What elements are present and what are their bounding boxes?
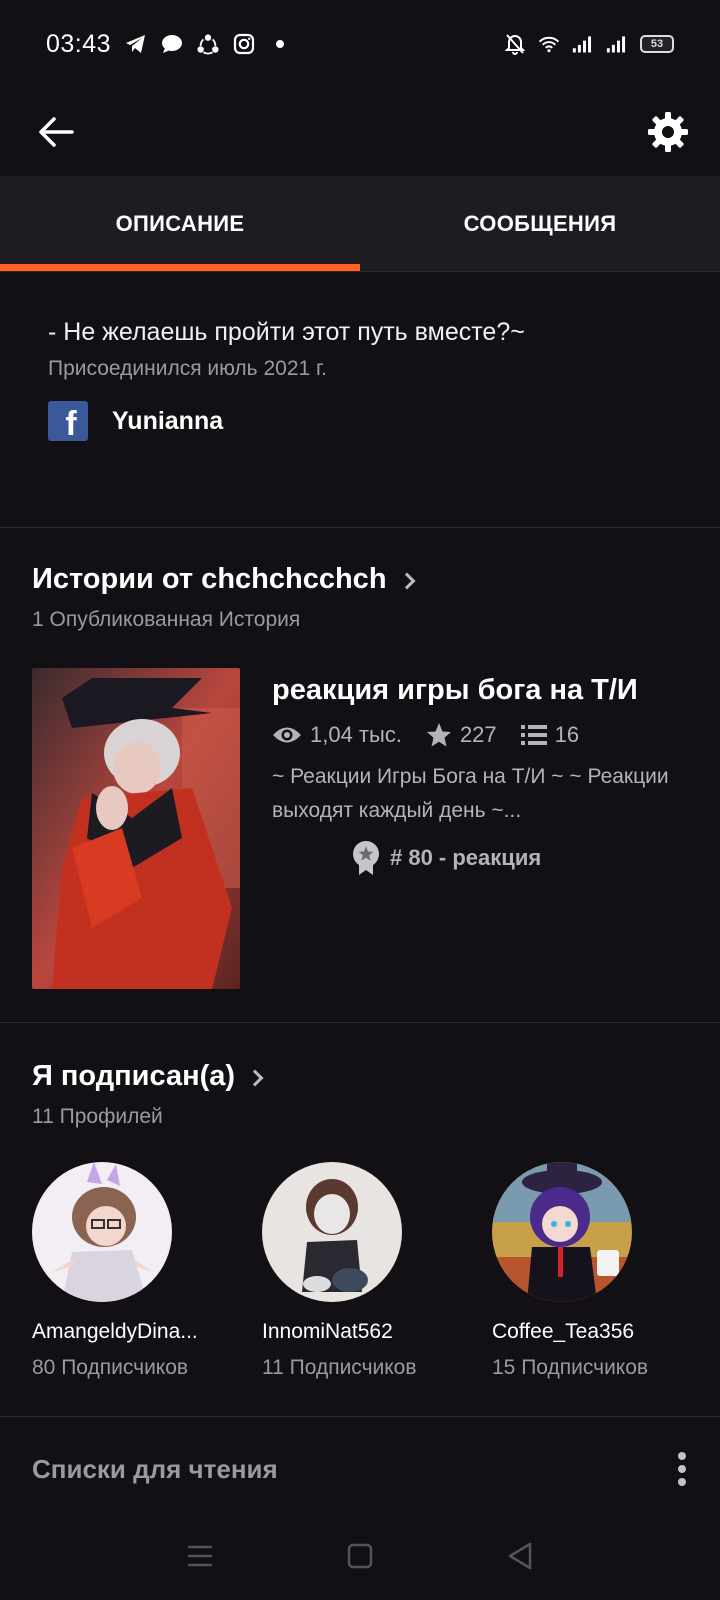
mute-bell-icon (504, 33, 526, 55)
story-cover-image[interactable] (32, 668, 240, 989)
facebook-icon: f (48, 401, 88, 441)
reading-lists-row[interactable]: Списки для чтения (32, 1452, 688, 1486)
rank-badge-icon (352, 840, 380, 876)
votes-count: 227 (459, 722, 497, 747)
profile-tabs: ОПИСАНИЕ СООБЩЕНИЯ (0, 176, 720, 272)
about-section: - Не желаешь пройти этот путь вместе?~ П… (48, 318, 688, 441)
status-right: 53 (504, 33, 674, 55)
status-time: 03:43 (46, 29, 112, 58)
story-info[interactable]: реакция игры бога на Т/И 1,04 тыс. 227 1… (272, 672, 682, 876)
settings-gear-icon[interactable] (644, 108, 692, 156)
joined-date: Присоединился июль 2021 г. (48, 357, 327, 380)
chevron-right-icon (398, 572, 416, 589)
battery-indicator: 53 (640, 35, 674, 53)
following-title: Я подписан(а) (32, 1060, 264, 1093)
avatar[interactable] (262, 1162, 402, 1302)
story-rank[interactable]: # 80 - реакция (352, 840, 682, 876)
following-title-text: Я подписан(а) (32, 1060, 236, 1092)
app-bar (0, 88, 720, 176)
back-triangle-icon[interactable] (507, 1542, 533, 1570)
profile-name[interactable]: InnomiNat562 (262, 1320, 492, 1344)
facebook-name: Yunianna (112, 406, 224, 435)
reads-count: 1,04 тыс. (310, 722, 402, 747)
wifi-icon (538, 33, 560, 55)
divider (0, 1022, 720, 1023)
star-icon (426, 722, 452, 748)
eye-icon (272, 724, 302, 746)
profile-followers: 80 Подписчиков (32, 1356, 189, 1379)
home-square-icon[interactable] (347, 1543, 373, 1569)
following-section-header[interactable]: Я подписан(а) 11 Профилей (32, 1060, 264, 1129)
back-arrow-icon[interactable] (36, 112, 76, 152)
reads-stat: 1,04 тыс. (272, 722, 402, 748)
profile-name[interactable]: AmangeldyDina... (32, 1320, 262, 1344)
tab-messages[interactable]: СООБЩЕНИЯ (360, 176, 720, 271)
signal-bars-icon (572, 33, 594, 55)
story-description: ~ Реакции Игры Бога на Т/И ~ ~ Реакции в… (272, 765, 669, 822)
following-profiles: AmangeldyDina... 80 Подписчиков InnomiNa… (32, 1162, 720, 1380)
profile-name[interactable]: Coffee_Tea356 (492, 1320, 720, 1344)
divider (0, 527, 720, 528)
instagram-icon (233, 33, 255, 55)
profile-followers: 11 Подписчиков (262, 1356, 417, 1379)
notification-dot-icon (269, 33, 291, 55)
profile-tagline: - Не желаешь пройти этот путь вместе?~ (48, 318, 525, 346)
status-bar: 03:43 53 (0, 0, 720, 88)
profile-followers: 15 Подписчиков (492, 1356, 649, 1379)
divider (0, 1416, 720, 1417)
share-nodes-icon (197, 33, 219, 55)
tab-description[interactable]: ОПИСАНИЕ (0, 176, 360, 271)
profile-card[interactable]: Coffee_Tea356 15 Подписчиков (492, 1162, 720, 1380)
status-left: 03:43 (46, 30, 291, 59)
stories-count: 1 Опубликованная История (32, 608, 301, 631)
stories-title: Истории от chchchcchch (32, 563, 416, 596)
story-stats: 1,04 тыс. 227 16 (272, 722, 682, 748)
telegram-icon (125, 33, 147, 55)
list-icon (520, 724, 547, 746)
profile-card[interactable]: AmangeldyDina... 80 Подписчиков (32, 1162, 262, 1380)
following-count: 11 Профилей (32, 1105, 163, 1128)
recent-apps-icon[interactable] (187, 1544, 213, 1568)
more-options-icon[interactable] (676, 1452, 688, 1486)
chat-bubble-icon (161, 33, 183, 55)
story-title[interactable]: реакция игры бога на Т/И (272, 672, 682, 708)
stories-section-header[interactable]: Истории от chchchcchch 1 Опубликованная … (32, 563, 416, 632)
avatar[interactable] (32, 1162, 172, 1302)
reading-lists-title: Списки для чтения (32, 1453, 278, 1484)
parts-stat: 16 (520, 722, 580, 748)
votes-stat: 227 (426, 722, 497, 748)
system-nav-bar (0, 1512, 720, 1600)
stories-title-text: Истории от chchchcchch (32, 563, 387, 595)
avatar[interactable] (492, 1162, 632, 1302)
parts-count: 16 (554, 722, 580, 747)
chevron-right-icon (246, 1069, 264, 1086)
rank-text: # 80 - реакция (390, 845, 542, 870)
signal-bars-icon (606, 33, 628, 55)
profile-card[interactable]: InnomiNat562 11 Подписчиков (262, 1162, 492, 1380)
facebook-link[interactable]: f Yunianna (48, 401, 688, 441)
